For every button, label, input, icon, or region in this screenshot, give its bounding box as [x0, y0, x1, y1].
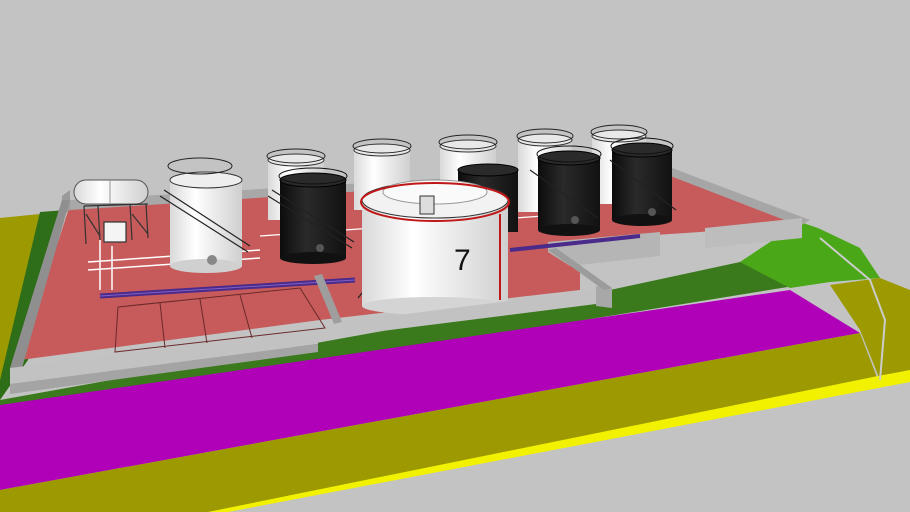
tank-farm-3d-scene: 7: [0, 0, 910, 512]
tank-black-1: [279, 172, 347, 264]
tank-black-3: [537, 150, 601, 236]
tank-7: 7: [360, 179, 510, 315]
tank-white-left: [167, 157, 243, 273]
horizontal-tank: [73, 179, 149, 205]
tank-7-number-label: 7: [454, 244, 471, 277]
